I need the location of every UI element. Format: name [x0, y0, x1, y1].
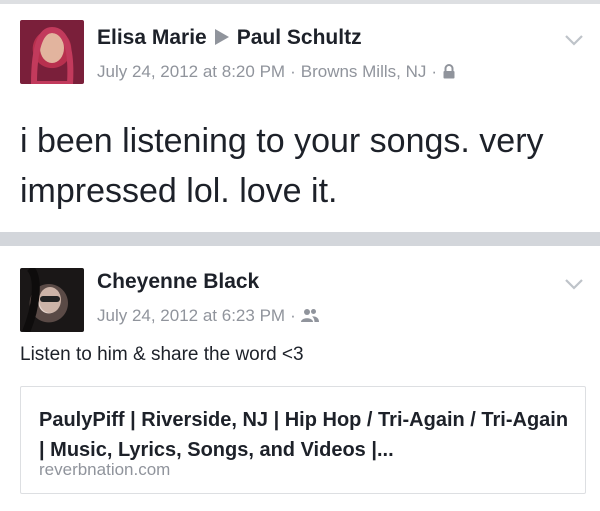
post-meta: July 24, 2012 at 8:20 PM · Browns Mills, N… — [97, 62, 456, 84]
post-options-button[interactable] — [562, 274, 586, 294]
author-name[interactable]: Cheyenne Black — [97, 270, 259, 294]
post-message: Listen to him & share the word <3 — [20, 344, 304, 365]
chevron-down-icon — [565, 35, 583, 46]
separator-dot: · — [290, 306, 296, 325]
avatar-photo — [22, 268, 61, 332]
friends-icon[interactable] — [300, 308, 319, 328]
link-preview[interactable]: PaulyPiff | Riverside, NJ | Hip Hop / Tr… — [20, 386, 586, 494]
post-card: Cheyenne Black July 24, 2012 at 6:23 PM ·… — [0, 246, 600, 511]
post-message: i been listening to your songs. very imp… — [20, 122, 544, 210]
timestamp[interactable]: July 24, 2012 at 8:20 PM — [97, 62, 285, 81]
separator-dot: · — [431, 62, 438, 81]
recipient-name[interactable]: Paul Schultz — [237, 26, 362, 49]
avatar[interactable] — [20, 20, 84, 84]
timestamp[interactable]: July 24, 2012 at 6:23 PM — [97, 306, 285, 325]
author-name[interactable]: Elisa Marie — [97, 26, 207, 49]
post-card: Elisa Marie Paul Schultz July 24, 2012 at… — [0, 4, 600, 232]
link-title[interactable]: PaulyPiff | Riverside, NJ | Hip Hop / Tr… — [39, 405, 569, 465]
separator-dot: · — [290, 62, 296, 81]
location[interactable]: Browns Mills, NJ — [301, 62, 427, 81]
post-meta: July 24, 2012 at 6:23 PM · — [97, 306, 319, 328]
post-options-button[interactable] — [562, 30, 586, 50]
post-header: Elisa Marie Paul Schultz — [97, 26, 362, 50]
link-domain: reverbnation.com — [39, 460, 171, 479]
chevron-down-icon — [565, 279, 583, 290]
arrow-right-icon — [214, 29, 229, 45]
avatar[interactable] — [20, 268, 84, 332]
lock-icon[interactable] — [442, 64, 456, 84]
feed-divider — [0, 232, 600, 246]
avatar-photo — [30, 26, 74, 84]
